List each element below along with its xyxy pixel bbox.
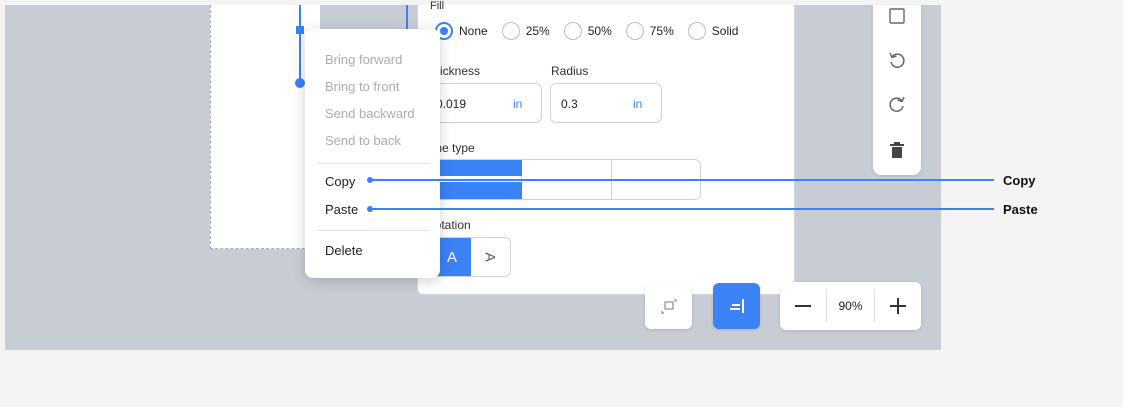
- plus-icon: [890, 298, 906, 314]
- menu-send-backward[interactable]: Send backward: [325, 106, 415, 121]
- radius-unit: in: [633, 97, 643, 111]
- fill-radio-group: None 25% 50% 75% Solid: [435, 22, 752, 40]
- fill-option-none[interactable]: None: [435, 22, 488, 40]
- radio-icon[interactable]: [563, 22, 582, 40]
- zoom-controls: 90%: [780, 282, 921, 330]
- radio-icon[interactable]: [625, 22, 644, 40]
- side-toolbar: [873, 5, 921, 175]
- menu-bring-to-front[interactable]: Bring to front: [325, 79, 399, 94]
- menu-divider: [317, 163, 430, 164]
- fit-screen-icon: [660, 299, 677, 314]
- radius-field[interactable]: 0.3 in: [550, 83, 662, 123]
- fill-option-50[interactable]: 50%: [563, 22, 612, 40]
- callout-paste-label: Paste: [1003, 202, 1038, 217]
- menu-paste[interactable]: Paste: [325, 202, 358, 217]
- fill-option-75[interactable]: 75%: [625, 22, 674, 40]
- undo-icon: [889, 52, 905, 68]
- redo-button[interactable]: [885, 92, 909, 116]
- line-type-selected-indicator: [426, 160, 522, 176]
- menu-divider: [317, 230, 430, 231]
- zoom-out-button[interactable]: [780, 282, 826, 330]
- context-menu: Bring forward Bring to front Send backwa…: [305, 29, 440, 278]
- thickness-unit: in: [513, 97, 523, 111]
- callout-copy-label: Copy: [1003, 173, 1036, 188]
- square-button[interactable]: [885, 5, 909, 29]
- artboard[interactable]: [210, 5, 320, 249]
- square-icon: [889, 8, 905, 24]
- callout-paste-line: [370, 208, 994, 210]
- rotation-toggle: A A: [432, 237, 511, 277]
- fill-option-25[interactable]: 25%: [501, 22, 550, 40]
- selection-outline-left: [299, 5, 301, 85]
- menu-send-to-back[interactable]: Send to back: [325, 133, 401, 148]
- callout-copy-line: [370, 179, 994, 181]
- menu-bring-forward[interactable]: Bring forward: [325, 52, 402, 67]
- fill-option-solid[interactable]: Solid: [687, 22, 739, 40]
- thickness-field[interactable]: 0.019 in: [425, 83, 542, 123]
- fill-label: Fill: [430, 0, 445, 12]
- radius-label: Radius: [551, 64, 589, 78]
- selection-rotate-handle[interactable]: [295, 78, 305, 88]
- selection-handle[interactable]: [296, 26, 304, 34]
- fill-option-label: None: [459, 24, 488, 38]
- align-panel-button[interactable]: [713, 283, 760, 329]
- radio-icon[interactable]: [501, 22, 520, 40]
- undo-button[interactable]: [885, 48, 909, 72]
- rotated-a-icon: A: [483, 252, 499, 262]
- rotation-rotated-button[interactable]: A: [471, 238, 510, 276]
- line-type-selected-indicator: [426, 182, 522, 199]
- trash-icon: [890, 142, 904, 158]
- thickness-value: 0.019: [436, 97, 467, 111]
- fill-option-label: Solid: [711, 24, 739, 38]
- radius-value: 0.3: [561, 97, 578, 111]
- menu-delete[interactable]: Delete: [325, 243, 363, 258]
- zoom-in-button[interactable]: [875, 282, 921, 330]
- fill-option-label: 50%: [587, 24, 612, 38]
- redo-icon: [889, 96, 905, 112]
- menu-copy[interactable]: Copy: [325, 174, 355, 189]
- radio-icon[interactable]: [687, 22, 706, 40]
- zoom-level: 90%: [838, 299, 863, 313]
- align-right-icon: [729, 299, 744, 313]
- fit-to-screen-button[interactable]: [645, 283, 692, 329]
- minus-icon: [795, 305, 811, 307]
- fill-option-label: 25%: [525, 24, 550, 38]
- fill-option-label: 75%: [649, 24, 674, 38]
- delete-button[interactable]: [885, 138, 909, 162]
